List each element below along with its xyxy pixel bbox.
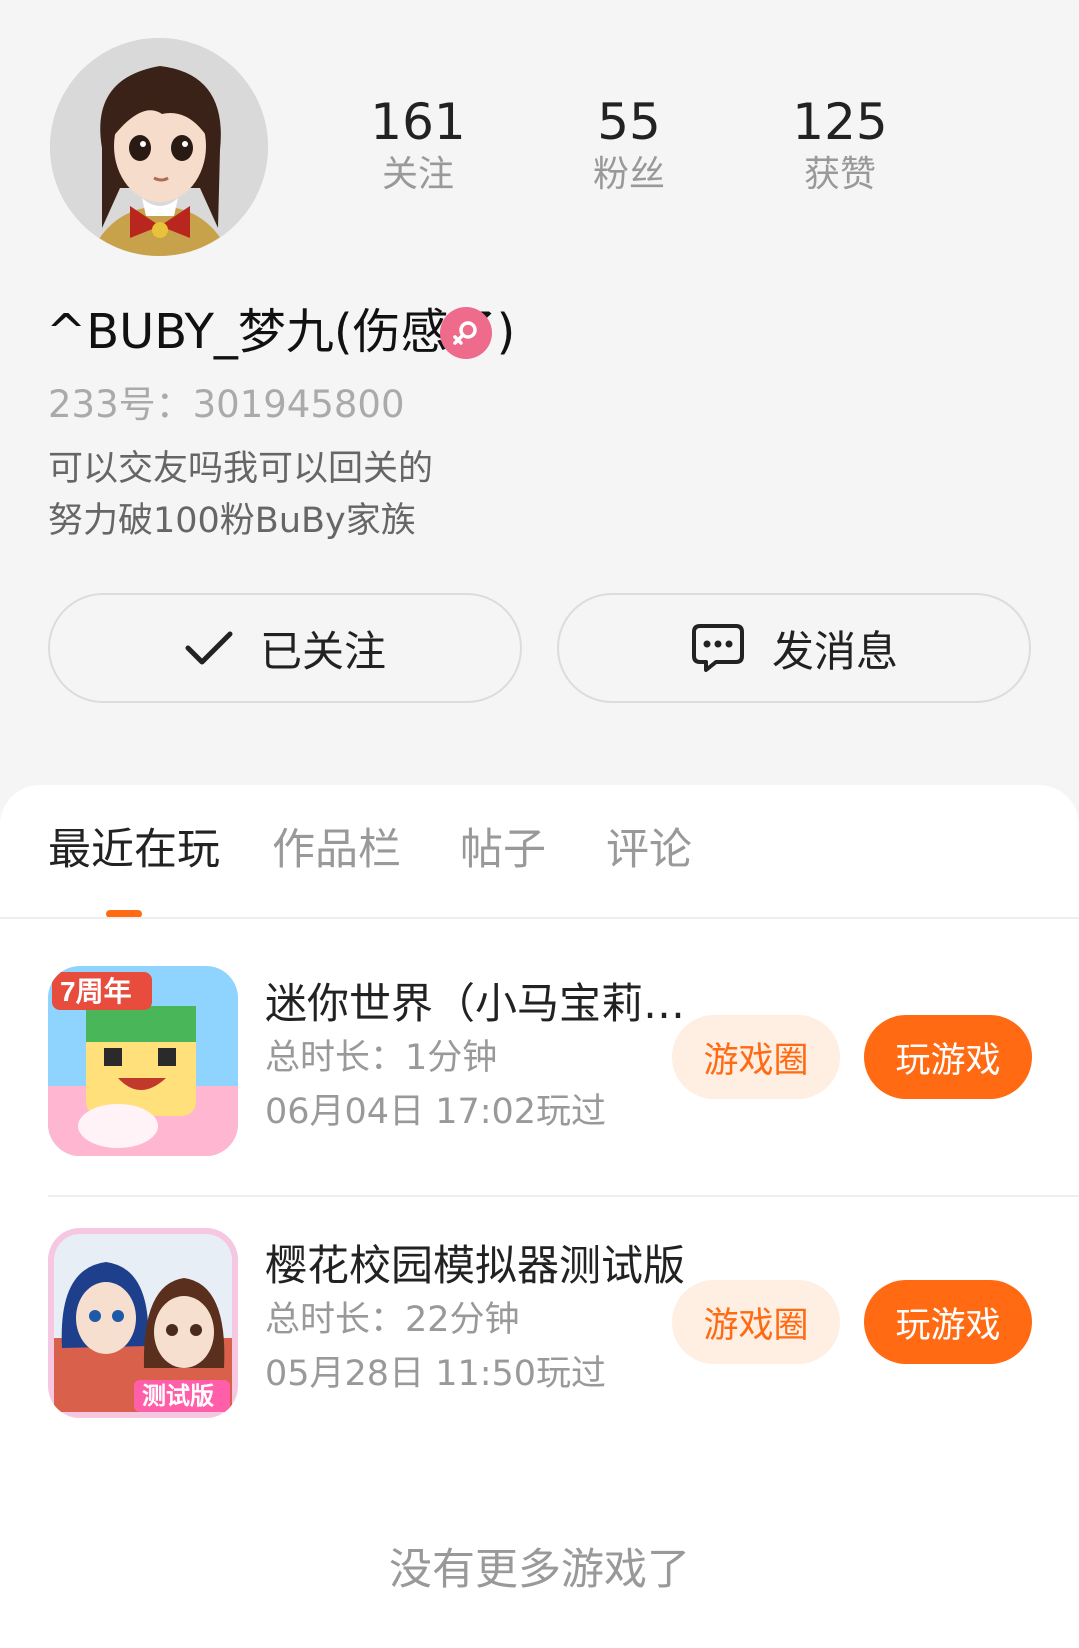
game-circle-button[interactable]: 游戏圈 (672, 1280, 840, 1364)
no-more-games-text: 没有更多游戏了 (389, 1545, 690, 1595)
tab-recently-played[interactable]: 最近在玩 (48, 820, 220, 880)
followed-button[interactable]: 已关注 (48, 593, 522, 703)
game-last-played: 06月04日 17:02玩过 (265, 1092, 607, 1132)
avatar-image (50, 38, 268, 256)
bio-line-2: 努力破100粉BuBy家族 (48, 501, 416, 541)
avatar[interactable] (50, 38, 268, 256)
tab-comments[interactable]: 评论 (606, 820, 692, 880)
tab-posts[interactable]: 帖子 (460, 820, 546, 880)
account-id: 233号：301945800 (48, 383, 405, 426)
list-divider (48, 1195, 1079, 1197)
game-icon-badge: 测试版 (142, 1383, 214, 1410)
game-duration: 总时长：1分钟 (265, 1038, 498, 1078)
stat-likes[interactable]: 125 获赞 (760, 92, 920, 198)
play-game-button[interactable]: 玩游戏 (864, 1015, 1032, 1099)
game-title: 迷你世界（小马宝莉… (265, 979, 686, 1028)
game-title: 樱花校园模拟器测试版 (265, 1241, 686, 1290)
game-circle-button[interactable]: 游戏圈 (672, 1015, 840, 1099)
play-game-button[interactable]: 玩游戏 (864, 1280, 1032, 1364)
stat-fans-label: 粉丝 (592, 154, 665, 195)
stat-following-label: 关注 (381, 154, 454, 195)
game-last-played: 05月28日 11:50玩过 (265, 1354, 607, 1394)
game-icon-mini-world[interactable]: 7周年 (48, 966, 238, 1156)
bio-line-1: 可以交友吗我可以回关的 (48, 449, 434, 489)
stat-likes-label: 获赞 (803, 154, 876, 195)
stat-following-value: 161 (370, 93, 466, 151)
stat-fans-value: 55 (597, 93, 661, 151)
game-duration: 总时长：22分钟 (265, 1300, 520, 1340)
tabs-divider (0, 917, 1079, 919)
check-icon (185, 631, 233, 665)
content-panel (0, 785, 1079, 1648)
send-message-label: 发消息 (771, 626, 898, 676)
send-message-button[interactable]: 发消息 (557, 593, 1031, 703)
followed-button-label: 已关注 (259, 626, 386, 676)
game-icon-badge: 7周年 (60, 975, 132, 1007)
stat-likes-value: 125 (792, 93, 888, 151)
chat-bubble-icon (691, 624, 744, 672)
stat-fans[interactable]: 55 粉丝 (549, 92, 709, 198)
female-icon (440, 307, 492, 359)
stat-following[interactable]: 161 关注 (338, 92, 498, 198)
tab-works[interactable]: 作品栏 (272, 820, 401, 880)
game-icon-sakura-school[interactable]: 测试版 (48, 1228, 238, 1418)
